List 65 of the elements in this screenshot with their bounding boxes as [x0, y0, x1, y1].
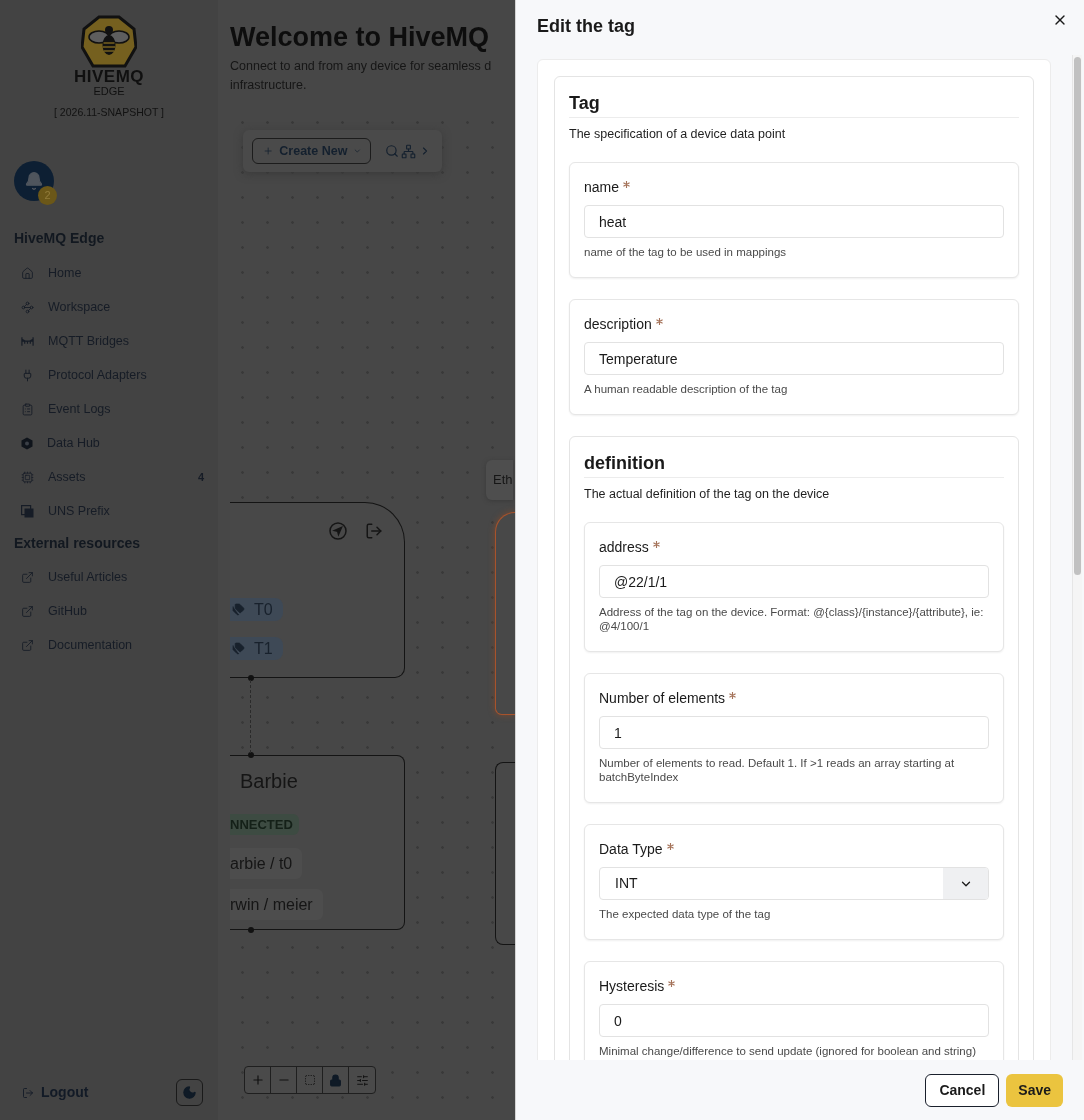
save-button[interactable]: Save [1006, 1073, 1063, 1107]
search-icon [385, 144, 399, 158]
field-label: Hysteresis [599, 977, 665, 996]
connected-nodes-icon [21, 300, 34, 314]
plug-icon [21, 368, 34, 382]
node-tooltip: Eth [486, 460, 513, 500]
section-heading: Tag [569, 91, 1019, 118]
connection-handle[interactable] [248, 675, 254, 681]
scrollbar[interactable] [1072, 55, 1082, 1060]
tags-icon [232, 642, 245, 655]
external-link-icon [21, 604, 34, 618]
helper-text: Minimal change/difference to send update (ignored for boolean and string) [599, 1044, 977, 1058]
search-button[interactable] [385, 144, 399, 158]
tags-icon [232, 603, 245, 616]
page-title: Welcome to HiveMQ [230, 21, 491, 54]
field-label: Data Type [599, 840, 663, 859]
plus-icon [250, 1073, 265, 1087]
flow-node[interactable] [495, 762, 515, 945]
section-description: The actual definition of the tag on the device [584, 486, 831, 502]
connection-handle[interactable] [248, 752, 254, 758]
logout-icon [22, 1086, 34, 1099]
text-input[interactable]: @22/1/1 [599, 565, 989, 598]
section-description: The specification of a device data point [569, 126, 787, 142]
drawer-title: Edit the tag [537, 15, 635, 37]
stacked-squares-icon [21, 504, 34, 518]
helper-text: Address of the tag on the device. Format: @{class}/{instance}/{attribute}, ie: @4/100/1 [599, 605, 985, 633]
helper-text: The expected data type of the tag [599, 907, 772, 921]
topic-chip: arbie / t0 [230, 848, 303, 879]
text-input[interactable]: 0 [599, 1004, 989, 1037]
field-label: address [599, 538, 649, 557]
connection-handle[interactable] [248, 927, 254, 933]
dashed-square-icon [303, 1074, 316, 1086]
field-label: name [584, 178, 620, 197]
text-input[interactable]: Temperature [584, 342, 1004, 375]
section-heading: definition [584, 451, 1004, 478]
clipboard-icon [21, 402, 34, 416]
hierarchy-icon [401, 143, 416, 159]
scrollbar-thumb[interactable] [1074, 57, 1081, 575]
field-label: Number of elements [599, 689, 726, 708]
bell-icon [24, 171, 44, 191]
chip-icon [21, 470, 34, 484]
select-field[interactable]: INT [599, 867, 989, 900]
helper-text: name of the tag to be used in mappings [584, 245, 788, 259]
flow-node[interactable] [495, 512, 515, 715]
theme-toggle-button[interactable] [176, 1079, 203, 1106]
text-input[interactable]: 1 [599, 716, 989, 749]
external-link-icon [21, 570, 34, 584]
bridge-icon [21, 335, 34, 347]
helper-text: A human readable description of the tag [584, 382, 789, 396]
cancel-button[interactable]: Cancel [925, 1073, 1000, 1107]
moon-icon [182, 1085, 197, 1100]
topic-chip: rwin / meier [230, 889, 323, 920]
plus-icon [263, 145, 274, 157]
field-label: description [584, 315, 652, 334]
hexagon-badge-icon [21, 436, 33, 450]
sliders-icon [355, 1073, 369, 1087]
chevron-down-icon [943, 868, 988, 899]
external-link-icon [21, 638, 34, 652]
bee-logo-icon [81, 15, 137, 69]
chevron-down-icon [353, 146, 362, 156]
text-input[interactable]: heat [584, 205, 1004, 238]
house-icon [21, 266, 34, 280]
lock-icon [329, 1073, 342, 1087]
helper-text: Number of elements to read. Default 1. If >1 reads an array starting at batchByteIndex [599, 756, 956, 784]
layout-button[interactable] [401, 143, 416, 159]
